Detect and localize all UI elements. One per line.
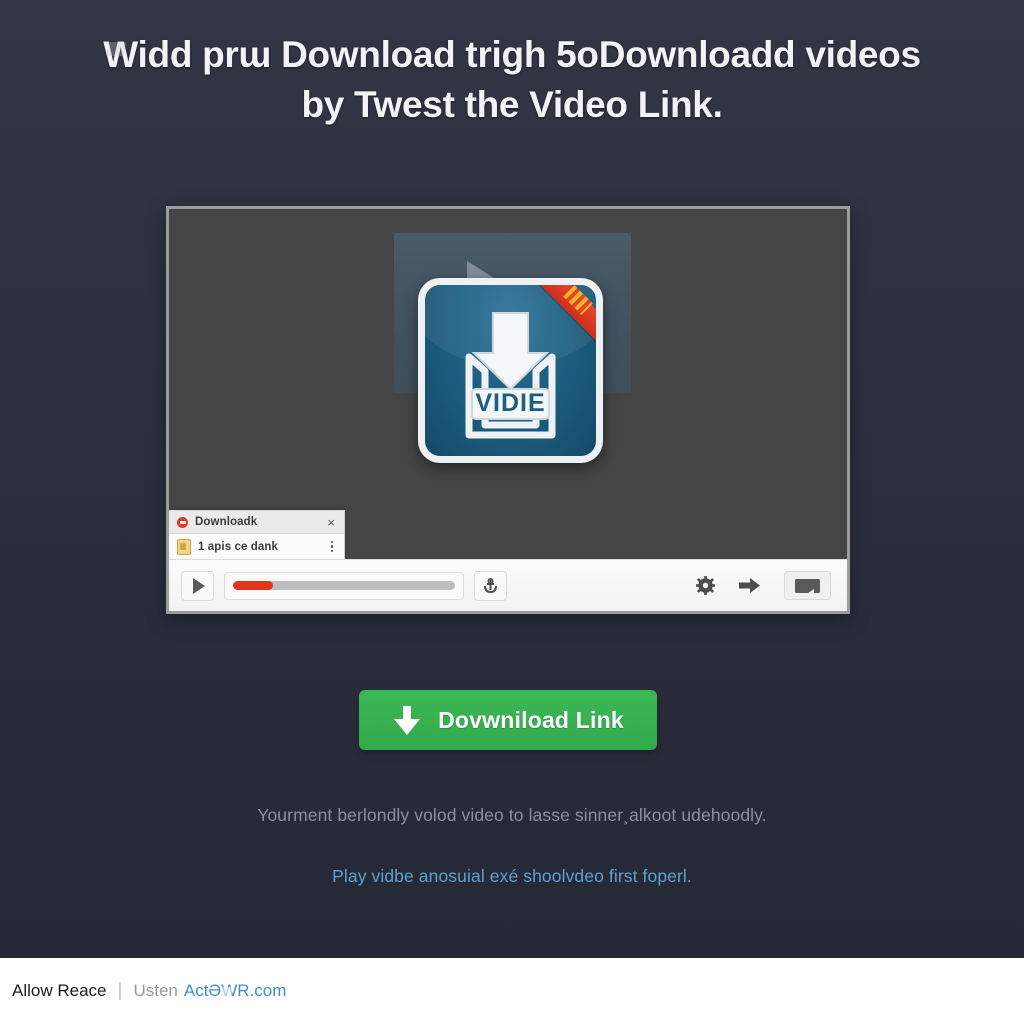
video-stage[interactable]: VIDIE Downloadk × 1 apis ce dank xyxy=(169,209,847,559)
download-item-label: 1 apis ce dank xyxy=(198,540,279,553)
hero-section: Widd prɯ Download trigh 5oDownloadd vide… xyxy=(0,0,1024,958)
play-icon xyxy=(193,577,205,594)
vidie-app-icon: VIDIE xyxy=(418,278,603,463)
download-link-label: Dovwniload Link xyxy=(438,706,624,733)
fullscreen-button[interactable] xyxy=(784,571,831,600)
video-player[interactable]: VIDIE Downloadk × 1 apis ce dank xyxy=(166,206,850,614)
download-popup[interactable]: Downloadk × 1 apis ce dank xyxy=(169,510,345,559)
download-anchor-icon xyxy=(484,577,497,593)
file-icon xyxy=(177,538,191,555)
download-status-icon xyxy=(177,516,188,528)
next-arrow-icon[interactable] xyxy=(739,577,760,594)
page-title: Widd prɯ Download trigh 5oDownloadd vide… xyxy=(50,30,974,130)
gear-icon[interactable] xyxy=(696,576,715,595)
vidie-icon-text: VIDIE xyxy=(475,389,545,417)
seek-progress-fill xyxy=(233,581,273,590)
page-title-line-2: by Twest the Video Link. xyxy=(301,84,723,125)
close-icon[interactable]: × xyxy=(325,516,337,529)
download-arrow-icon xyxy=(394,705,421,735)
page-root: Widd prɯ Download trigh 5oDownloadd vide… xyxy=(0,0,1024,1024)
more-options-icon[interactable] xyxy=(327,540,338,553)
page-title-line-1: Widd prɯ Download trigh 5oDownloadd vide… xyxy=(103,30,921,80)
download-arrow-icon: VIDIE xyxy=(465,312,556,439)
download-popup-header: Downloadk × xyxy=(169,511,344,534)
seek-bar[interactable] xyxy=(224,571,464,600)
download-button[interactable] xyxy=(474,570,507,601)
seek-track[interactable] xyxy=(233,581,455,590)
footer-site-link[interactable]: ActƏWR.com xyxy=(184,981,287,1001)
play-button[interactable] xyxy=(181,570,214,601)
download-link-button[interactable]: Dovwniload Link xyxy=(359,690,657,750)
play-video-link[interactable]: Play vidbe anosuial exé shoolvdeo first … xyxy=(62,866,962,887)
download-item-row[interactable]: 1 apis ce dank xyxy=(169,534,344,559)
footer-muted-label: Usten xyxy=(133,981,178,1000)
footer-bar: Allow Reace | Usten ActƏWR.com xyxy=(0,958,1024,1024)
footer-primary-label[interactable]: Allow Reace xyxy=(12,981,107,1001)
screen-icon xyxy=(795,578,820,593)
helper-text: Yourment berlondly volod video to lasse … xyxy=(257,805,767,825)
download-popup-title: Downloadk xyxy=(195,516,258,528)
player-controls[interactable] xyxy=(169,559,847,611)
footer-divider: | xyxy=(117,980,123,1001)
player-controls-right[interactable] xyxy=(696,571,835,600)
